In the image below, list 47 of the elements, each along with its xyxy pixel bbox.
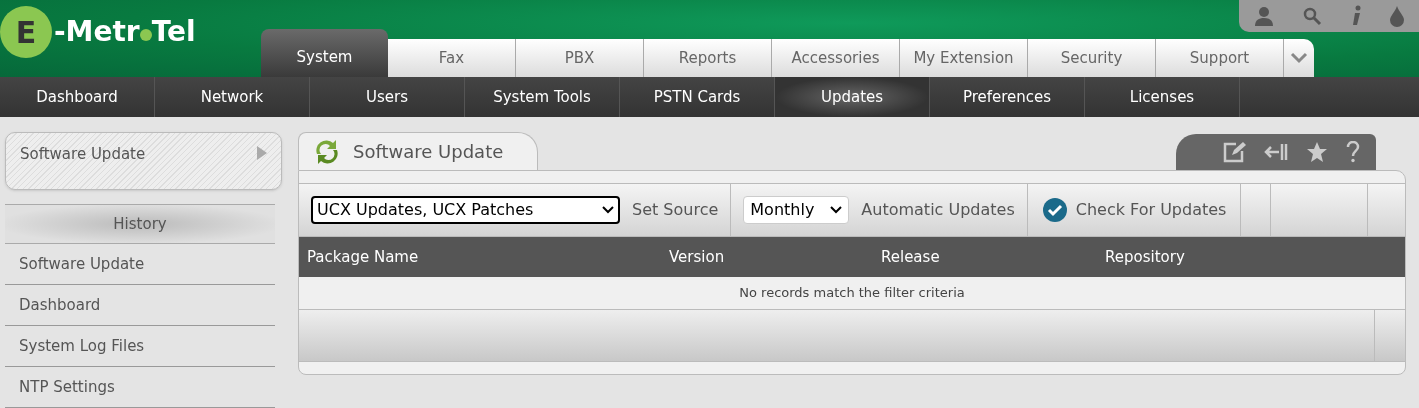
sub-nav-item[interactable]: Licenses — [1085, 77, 1240, 117]
user-icon[interactable] — [1252, 5, 1275, 27]
logo-text: -Metr — [54, 14, 140, 50]
sub-nav-item[interactable]: Users — [310, 77, 465, 117]
column-header[interactable]: Release — [881, 245, 1105, 269]
history-link[interactable]: System Log Files — [5, 326, 275, 367]
history-link[interactable]: Software Update — [5, 244, 275, 285]
column-header[interactable]: Repository — [1105, 245, 1405, 269]
column-header[interactable]: Package Name — [299, 245, 669, 269]
main-tab[interactable]: Fax — [388, 39, 516, 77]
frequency-select[interactable]: Monthly — [743, 196, 850, 224]
history-link[interactable]: Dashboard — [5, 285, 275, 326]
sub-nav-item[interactable]: Updates — [775, 77, 930, 117]
sub-nav-item[interactable]: System Tools — [465, 77, 620, 117]
sub-nav-item[interactable]: Network — [155, 77, 310, 117]
current-page-card[interactable]: Software Update — [5, 132, 282, 190]
main-tab[interactable]: Reports — [644, 39, 772, 77]
chevron-down-icon — [602, 206, 614, 214]
edit-icon[interactable] — [1222, 141, 1246, 163]
star-icon[interactable] — [1306, 141, 1328, 163]
collapse-icon[interactable] — [1264, 141, 1288, 163]
chevron-down-icon — [830, 206, 843, 214]
check-circle-icon — [1041, 197, 1068, 223]
main-tab[interactable]: System — [261, 29, 388, 77]
source-select[interactable]: UCX Updates, UCX Patches — [311, 196, 620, 224]
sub-nav-item[interactable]: Dashboard — [0, 77, 155, 117]
main-tab[interactable]: PBX — [516, 39, 644, 77]
drop-icon[interactable] — [1389, 5, 1406, 27]
help-icon[interactable] — [1346, 141, 1360, 163]
panel-title: Software Update — [353, 140, 504, 164]
history-header: History — [5, 204, 275, 244]
chevron-down-icon — [1290, 52, 1308, 64]
search-icon[interactable] — [1302, 6, 1323, 26]
automatic-updates-button[interactable]: Automatic Updates — [861, 198, 1015, 222]
column-header[interactable]: Version — [669, 245, 881, 269]
play-arrow-icon — [257, 146, 267, 160]
main-tab[interactable]: Support — [1156, 39, 1284, 77]
main-tab[interactable]: Security — [1028, 39, 1156, 77]
main-tab[interactable]: My Extension — [900, 39, 1028, 77]
logo-text: Tel — [151, 14, 196, 50]
more-tabs-button[interactable] — [1284, 39, 1314, 77]
main-tab[interactable]: Accessories — [772, 39, 900, 77]
check-updates-button[interactable]: Check For Updates — [1027, 184, 1242, 236]
history-link[interactable]: NTP Settings — [5, 367, 275, 408]
refresh-arrows-icon — [313, 137, 341, 166]
sub-nav-item[interactable]: Preferences — [930, 77, 1085, 117]
set-source-button[interactable]: Set Source — [632, 198, 719, 222]
